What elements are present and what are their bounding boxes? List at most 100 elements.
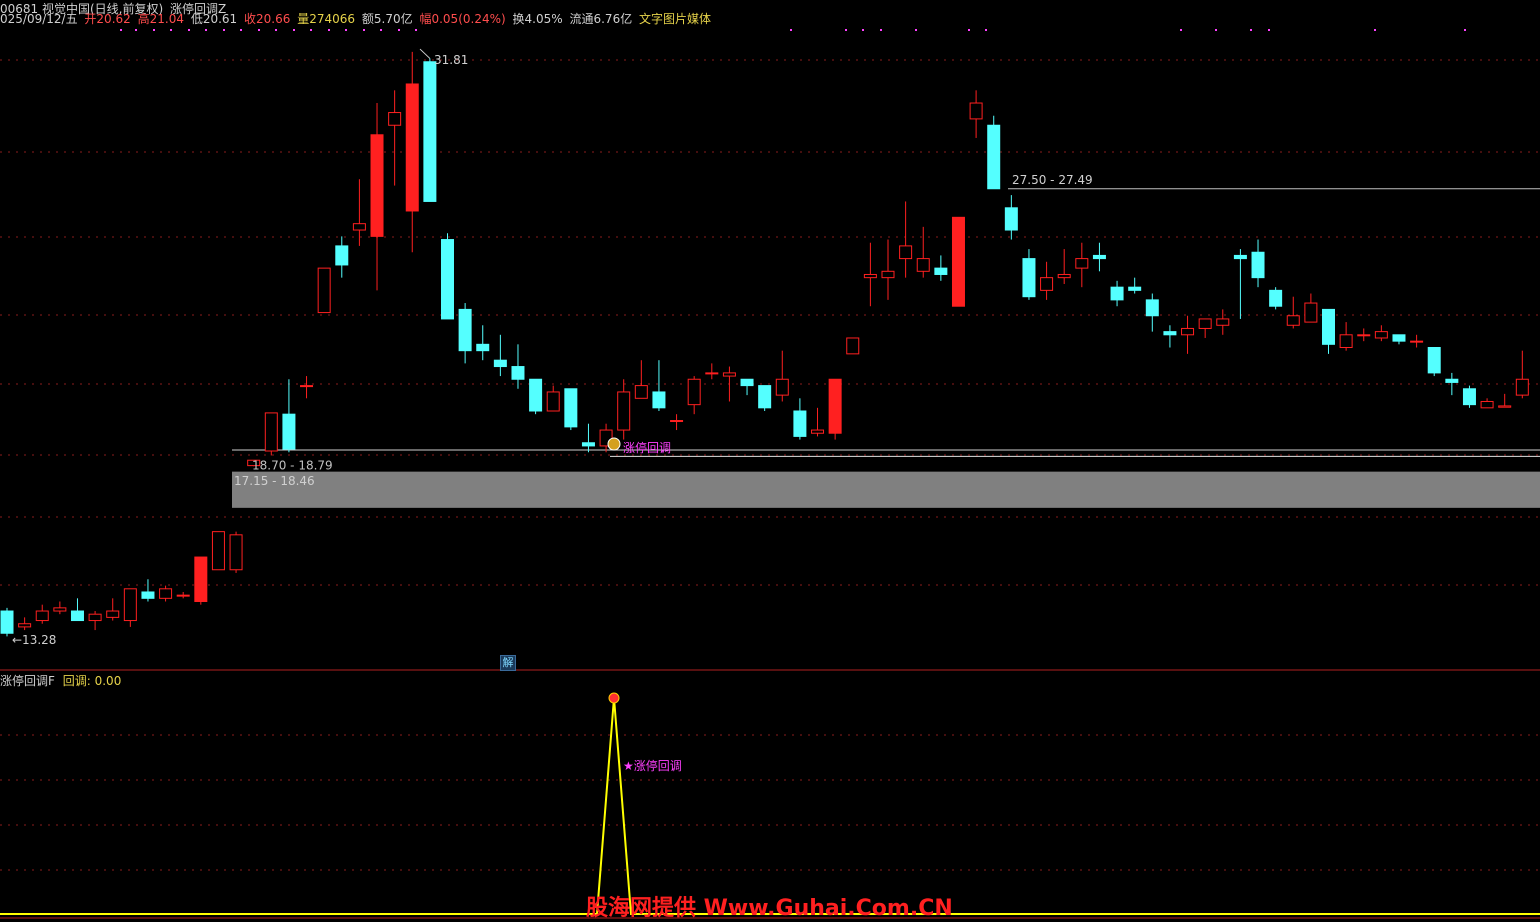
sub-value-label: 回调: [62, 674, 91, 688]
candle-body [1515, 378, 1529, 396]
volume-value: 274066 [309, 12, 356, 26]
signal-dot [188, 29, 190, 31]
turnover-value: 4.05% [524, 12, 563, 26]
candle-body [493, 359, 507, 368]
candle-body [722, 372, 736, 377]
volume-label: 量 [297, 12, 310, 26]
candle-body [0, 610, 14, 634]
candle-body [211, 531, 225, 571]
kline-chart[interactable]: 31.81 ←13.28 27.50 - 27.49 18.70 - 18.79 17.… [0, 0, 1540, 920]
candle-body [775, 378, 789, 396]
price-zone [232, 471, 1540, 508]
level-label: 27.50 - 27.49 [1012, 173, 1093, 187]
candle-body [476, 343, 490, 352]
signal-dot [968, 29, 970, 31]
open-value: 20.62 [96, 12, 131, 26]
candle-body [1022, 258, 1036, 298]
signal-dot [135, 29, 137, 31]
change-value: 0.05(0.24%) [431, 12, 506, 26]
sub-value: 0.00 [94, 674, 122, 688]
signal-dot [1180, 29, 1182, 31]
pullback-label: 涨停回调 [623, 440, 671, 455]
candle-body [1075, 258, 1089, 269]
candle-body [18, 623, 32, 628]
candle-body [793, 410, 807, 437]
signal-peak-icon [608, 692, 620, 704]
candle-body [88, 613, 102, 622]
high-value: 21.04 [149, 12, 184, 26]
quote-date: 025/09/12/五 [0, 12, 78, 26]
signal-dot [845, 29, 847, 31]
signal-dot [380, 29, 382, 31]
candle-body [1181, 327, 1195, 336]
candle-body [1092, 254, 1106, 260]
signal-dot [790, 29, 792, 31]
candle-body [881, 270, 895, 279]
signal-dot [1374, 29, 1376, 31]
candle-body [123, 588, 137, 622]
candle-body [951, 216, 965, 307]
max-label: 31.81 [434, 53, 468, 67]
candle-body [828, 378, 842, 434]
sector-tags[interactable]: 文字图片媒体 [639, 12, 711, 26]
change-label: 幅 [419, 12, 432, 26]
amount-label: 额 [361, 12, 374, 26]
candle-body [1269, 289, 1283, 307]
candle-body [282, 413, 296, 450]
candle-body [423, 61, 437, 202]
candle-body [899, 245, 913, 260]
close-label: 收 [244, 12, 257, 26]
candle-body [352, 223, 366, 231]
candle-body [1233, 254, 1247, 260]
candle-body [53, 607, 67, 612]
candle-body [1427, 347, 1441, 374]
max-arrow [419, 48, 431, 59]
candle-body [863, 273, 877, 279]
float-value: 6.76亿 [593, 12, 633, 26]
candle-body [1251, 251, 1265, 279]
signal-dot [153, 29, 155, 31]
candle-body [811, 429, 825, 434]
signal-dot [170, 29, 172, 31]
candle-body [846, 337, 860, 355]
jie-marker[interactable]: 解 [500, 655, 516, 671]
candle-body [634, 385, 648, 399]
signal-dot [120, 29, 122, 31]
candle-body [1304, 302, 1318, 323]
signal-dot [915, 29, 917, 31]
candle-body [617, 391, 631, 431]
float-label: 流通 [569, 12, 594, 26]
candle-body [1339, 334, 1353, 348]
candle-body [1462, 388, 1476, 406]
candle-body [1357, 334, 1371, 337]
quote-line: 025/09/12/五 开20.62 高21.04 低20.61 收20.66 … [0, 11, 714, 27]
candle-body [705, 372, 719, 375]
candle-body [969, 102, 983, 120]
candle-body [529, 378, 543, 412]
amount-value: 5.70亿 [373, 12, 413, 26]
candle-body [1128, 286, 1142, 291]
candle-body [1480, 400, 1494, 409]
signal-dot [862, 29, 864, 31]
candle-body [388, 112, 402, 126]
signal-dot [310, 29, 312, 31]
candle-body [1286, 315, 1300, 326]
candle-body [564, 388, 578, 428]
signal-dot [223, 29, 225, 31]
signal-dot [985, 29, 987, 31]
signal-dot [240, 29, 242, 31]
signal-dot [398, 29, 400, 31]
signal-dot [293, 29, 295, 31]
candle-body [458, 308, 472, 352]
signal-dot [258, 29, 260, 31]
candle-body [264, 412, 278, 452]
candle-body [687, 378, 701, 406]
candle-body [1057, 273, 1071, 279]
coin-icon [607, 437, 621, 451]
candle-body [1498, 405, 1512, 408]
candle-body [1322, 308, 1335, 345]
signal-dot [328, 29, 330, 31]
sub-indicator-name[interactable]: 涨停回调F [0, 674, 55, 688]
open-label: 开 [84, 12, 97, 26]
signal-dot [205, 29, 207, 31]
